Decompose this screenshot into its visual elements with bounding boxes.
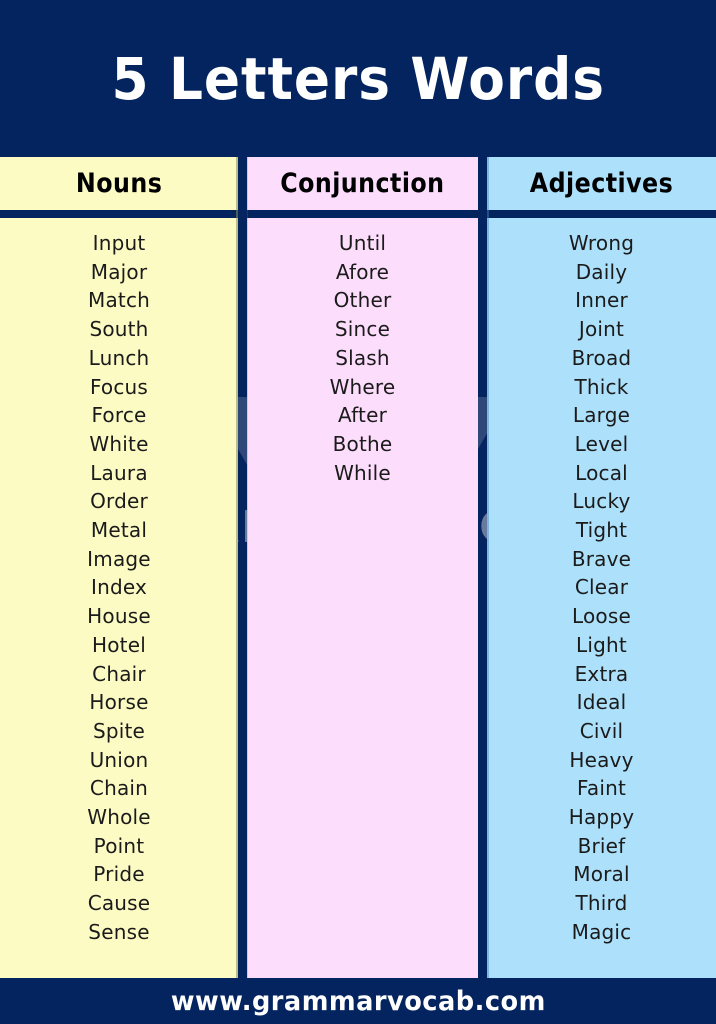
list-item: Hotel [92,632,146,657]
column-adjectives: Adjectives Wrong Daily Inner Joint Broad… [487,157,716,978]
list-item: Daily [575,259,628,284]
title-band: 5 Letters Words [0,0,716,157]
header-divider-nouns [0,210,238,218]
column-divider-left [238,157,247,978]
list-item: Slash [335,345,390,370]
column-header-nouns: Nouns [0,157,238,210]
list-item: Chair [92,661,146,686]
list-item: Civil [579,718,624,743]
column-divider-right [478,157,487,978]
header-divider-adjectives [487,210,716,218]
word-list-adjectives: Wrong Daily Inner Joint Broad Thick Larg… [487,218,716,978]
website-url[interactable]: www.grammarvocab.com [171,986,546,1017]
word-columns: Nouns Input Major Match South Lunch Focu… [0,157,716,978]
list-item: Horse [89,690,149,715]
list-item: While [334,460,391,485]
list-item: Sense [88,919,150,944]
list-item: Lucky [572,489,631,514]
list-item: Union [89,747,149,772]
list-item: Brave [571,546,632,571]
word-list-poster: 5 Letters Words GRAMMARVOCAB Nouns Input… [0,0,716,1024]
list-item: Whole [87,805,151,830]
list-item: Until [338,231,387,255]
list-item: Chain [89,776,149,801]
list-item: Faint [577,776,626,801]
list-item: Extra [574,661,629,686]
list-item: Force [91,403,147,428]
list-item: Order [90,489,148,514]
list-item: Large [572,403,631,428]
list-item: Thick [574,374,629,399]
list-item: Brief [577,833,626,858]
list-item: Magic [571,919,632,944]
list-item: Other [333,288,392,313]
list-item: South [89,317,149,342]
list-item: Point [93,833,145,858]
list-item: Broad [571,345,632,370]
word-list-conjunction: Until Afore Other Since Slash Where Afte… [247,218,478,978]
list-item: Local [575,460,628,485]
list-item: Since [334,317,391,342]
list-item: Input [92,231,146,255]
list-item: Image [87,546,151,571]
list-item: Focus [89,374,149,399]
column-nouns: Nouns Input Major Match South Lunch Focu… [0,157,238,978]
list-item: After [337,403,388,428]
column-header-conjunction: Conjunction [247,157,478,210]
list-item: House [87,604,151,629]
list-item: Joint [578,317,625,342]
list-item: Third [575,891,628,916]
list-item: Wrong [568,231,635,255]
list-item: Ideal [576,690,627,715]
column-conjunction: Conjunction Until Afore Other Since Slas… [247,157,478,978]
list-item: Tight [575,518,628,543]
list-item: Cause [87,891,151,916]
list-item: Major [90,259,148,284]
page-title: 5 Letters Words [111,44,605,113]
column-header-label: Conjunction [280,168,445,199]
list-item: Laura [90,460,148,485]
list-item: Heavy [569,747,634,772]
list-item: Clear [574,575,629,600]
list-item: Light [576,632,627,657]
list-item: Metal [90,518,148,543]
list-item: Loose [572,604,631,629]
list-item: Match [87,288,151,313]
list-item: Inner [575,288,628,313]
list-item: Bothe [332,431,393,456]
footer-band: www.grammarvocab.com [0,978,716,1024]
list-item: Moral [573,862,630,887]
list-item: Happy [568,805,635,830]
list-item: Spite [92,718,146,743]
word-list-nouns: Input Major Match South Lunch Focus Forc… [0,218,238,978]
header-divider-conjunction [247,210,478,218]
list-item: Pride [93,862,145,887]
list-item: Where [329,374,396,399]
list-item: White [89,431,149,456]
list-item: Level [574,431,629,456]
list-item: Index [90,575,148,600]
list-item: Afore [335,259,390,284]
list-item: Lunch [88,345,150,370]
column-header-label: Adjectives [529,168,674,199]
column-header-adjectives: Adjectives [487,157,716,210]
column-header-label: Nouns [75,168,163,199]
